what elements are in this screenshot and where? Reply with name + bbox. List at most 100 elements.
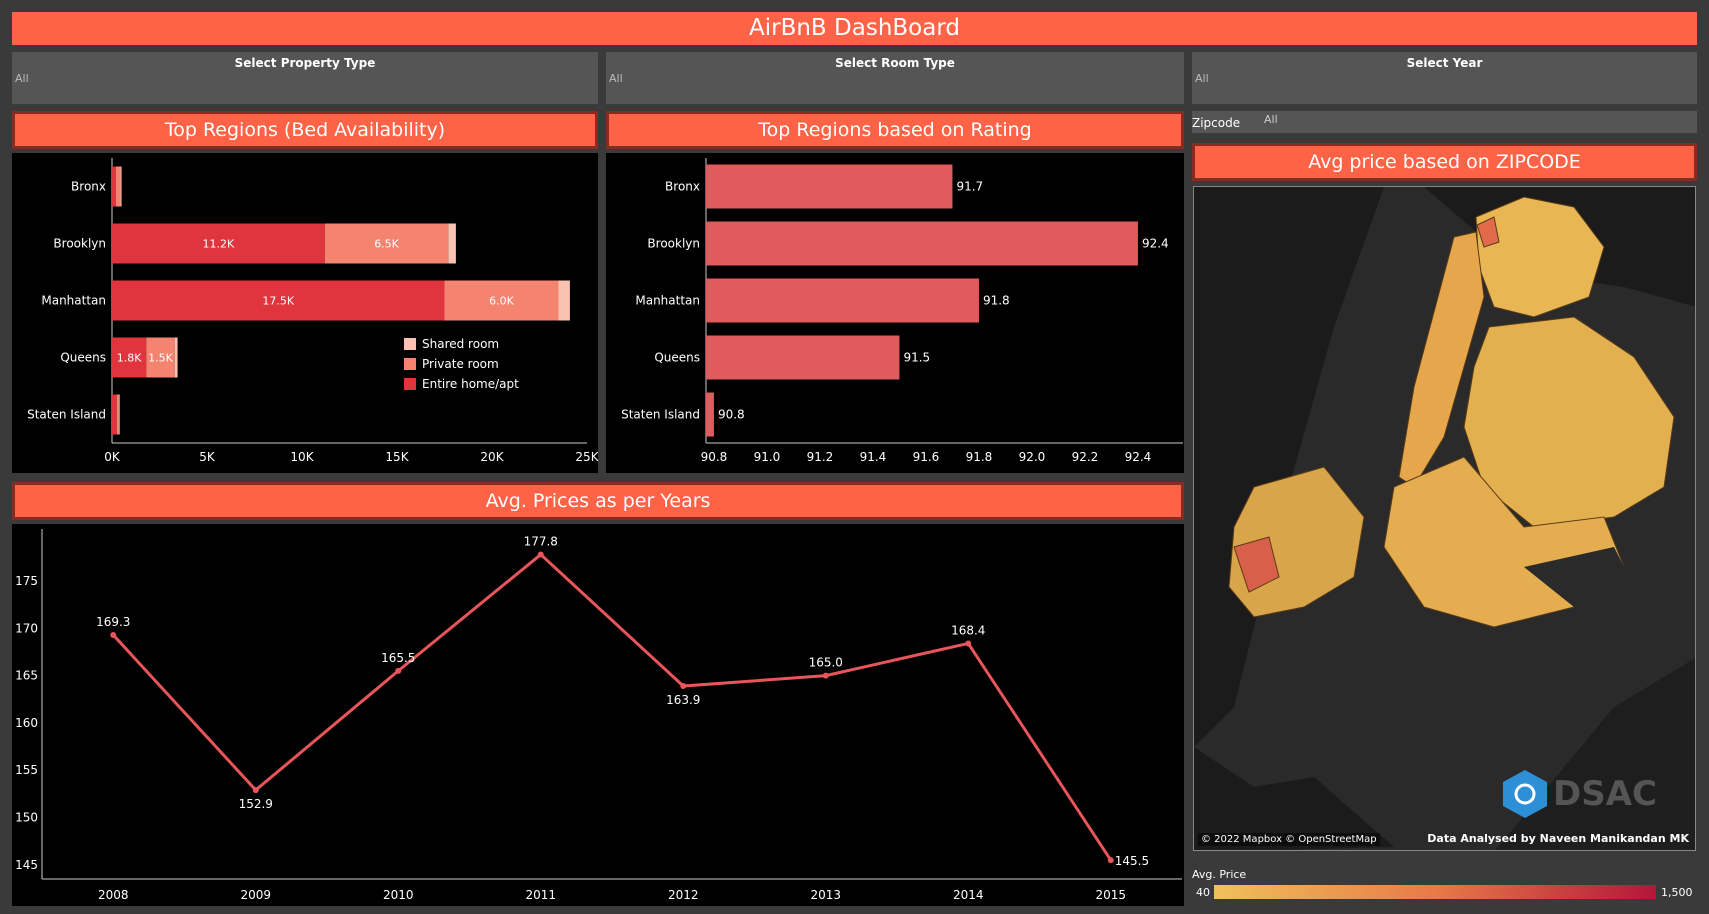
- beds-legend-label: Private room: [422, 357, 499, 371]
- years-x-tick-label: 2014: [953, 888, 984, 902]
- years-chart: 145 150 155 160 165 170 175 2008 2009 2010 2011 201…: [12, 524, 1184, 906]
- beds-legend-label: Entire home/apt: [422, 377, 519, 391]
- beds-data-label: 6.0K: [489, 295, 514, 308]
- years-y-tick-label: 145: [15, 858, 38, 872]
- beds-bar-segment: [448, 223, 456, 264]
- rating-x-tick-label: 92.4: [1125, 450, 1152, 464]
- beds-category-label: Brooklyn: [53, 237, 106, 251]
- year-filter-value[interactable]: All: [1195, 72, 1697, 85]
- map-legend-max: 1,500: [1661, 886, 1693, 899]
- rating-data-label: 91.7: [956, 180, 983, 194]
- rating-data-label: 90.8: [718, 408, 745, 422]
- zipcode-map[interactable]: © 2022 Mapbox © OpenStreetMap Data Analy…: [1193, 186, 1696, 851]
- rating-chart-svg: Bronx 91.7 Brooklyn 92.4 Manhattan 91.8 Queens…: [621, 158, 1183, 464]
- rating-x-tick-label: 91.2: [807, 450, 834, 464]
- years-series-line: [112, 552, 1113, 861]
- rating-x-tick-label: 92.2: [1072, 450, 1099, 464]
- property-type-filter[interactable]: Select Property Type All: [12, 52, 598, 104]
- rating-bar: [706, 221, 1138, 266]
- years-point: [110, 631, 117, 638]
- years-data-label: 165.5: [381, 651, 415, 665]
- rating-bar: [706, 392, 714, 437]
- year-filter-label: Select Year: [1406, 56, 1483, 70]
- years-x-tick-label: 2013: [810, 888, 841, 902]
- beds-legend-swatch: [404, 338, 416, 350]
- year-filter[interactable]: Select Year All: [1192, 52, 1697, 104]
- beds-legend-swatch: [404, 378, 416, 390]
- room-type-filter[interactable]: Select Room Type All: [606, 52, 1184, 104]
- rating-data-label: 91.8: [983, 294, 1010, 308]
- dsac-logo: DSAC: [1501, 768, 1657, 820]
- beds-x-tick-label: 10K: [290, 450, 314, 464]
- years-x-tick-label: 2010: [383, 888, 414, 902]
- room-type-filter-value[interactable]: All: [609, 72, 1184, 85]
- rating-x-tick-label: 90.8: [701, 450, 728, 464]
- years-data-label: 145.5: [1115, 854, 1149, 868]
- beds-x-tick-label: 5K: [199, 450, 216, 464]
- years-x-tick-label: 2012: [668, 888, 699, 902]
- years-point: [395, 667, 402, 674]
- years-data-label: 168.4: [951, 623, 985, 637]
- dsac-logo-text: DSAC: [1553, 774, 1657, 814]
- beds-x-tick-label: 0K: [104, 450, 121, 464]
- beds-bar-segment: [116, 394, 119, 435]
- beds-bar-segment: [112, 394, 117, 435]
- years-panel-title: Avg. Prices as per Years: [15, 485, 1181, 517]
- map-credit: Data Analysed by Naveen Manikandan MK: [1427, 832, 1689, 845]
- rating-category-label: Staten Island: [621, 408, 700, 422]
- property-type-filter-label: Select Property Type: [234, 56, 376, 70]
- map-panel-title: Avg price based on ZIPCODE: [1195, 146, 1694, 178]
- beds-bar-segment: [118, 394, 120, 435]
- beds-bar-segment: [174, 337, 178, 378]
- rating-x-tick-label: 92.0: [1019, 450, 1046, 464]
- beds-bar-segment: [112, 166, 116, 207]
- beds-category-label: Bronx: [71, 180, 106, 194]
- years-data-label: 163.9: [666, 693, 700, 707]
- rating-category-label: Brooklyn: [647, 237, 700, 251]
- years-data-label: 165.0: [809, 656, 843, 670]
- beds-panel-header: Top Regions (Bed Availability): [12, 111, 598, 149]
- map-legend-min: 40: [1196, 886, 1210, 899]
- rating-x-tick-label: 91.8: [966, 450, 993, 464]
- beds-chart: Bronx Brooklyn 11.2K 6.5K Manhattan 17.5K 6.0K…: [12, 153, 600, 473]
- beds-bar-segment: [558, 280, 570, 321]
- beds-category-label: Staten Island: [27, 408, 106, 422]
- zipcode-filter-label: Zipcode: [1192, 116, 1241, 130]
- rating-x-tick-label: 91.6: [913, 450, 940, 464]
- rating-panel-header: Top Regions based on Rating: [606, 111, 1184, 149]
- beds-bar-segment: [115, 166, 121, 207]
- years-y-tick-label: 155: [15, 763, 38, 777]
- map-legend-gradient: [1214, 885, 1656, 899]
- rating-x-tick-label: 91.4: [860, 450, 887, 464]
- rating-bar: [706, 164, 953, 209]
- years-y-tick-label: 165: [15, 669, 38, 683]
- map-panel-header: Avg price based on ZIPCODE: [1192, 143, 1697, 181]
- years-y-tick-label: 175: [15, 574, 38, 588]
- beds-legend-swatch: [404, 358, 416, 370]
- beds-panel-title: Top Regions (Bed Availability): [15, 114, 595, 146]
- rating-category-label: Queens: [654, 351, 700, 365]
- zipcode-filter[interactable]: All: [1192, 111, 1697, 133]
- years-y-tick-label: 170: [15, 621, 38, 635]
- property-type-filter-value[interactable]: All: [15, 72, 598, 85]
- years-x-tick-label: 2015: [1095, 888, 1126, 902]
- zipcode-filter-value[interactable]: All: [1264, 113, 1278, 126]
- rating-bar: [706, 278, 979, 323]
- beds-bar-segment: [120, 166, 122, 207]
- rating-panel-title: Top Regions based on Rating: [609, 114, 1181, 146]
- years-x-tick-label: 2009: [240, 888, 271, 902]
- years-data-label: 169.3: [96, 615, 130, 629]
- years-point: [680, 683, 687, 690]
- beds-data-label: 1.5K: [148, 352, 173, 365]
- rating-x-tick-label: 91.0: [754, 450, 781, 464]
- rating-chart: Bronx 91.7 Brooklyn 92.4 Manhattan 91.8 Queens…: [606, 153, 1184, 473]
- beds-x-tick-label: 20K: [480, 450, 504, 464]
- beds-data-label: 1.8K: [117, 352, 142, 365]
- beds-category-label: Manhattan: [41, 294, 106, 308]
- years-point: [537, 551, 544, 558]
- beds-chart-svg: Bronx Brooklyn 11.2K 6.5K Manhattan 17.5K 6.0K…: [27, 158, 600, 464]
- map-attribution[interactable]: © 2022 Mapbox © OpenStreetMap: [1198, 833, 1380, 846]
- years-y-tick-label: 150: [15, 811, 38, 825]
- years-point: [965, 640, 972, 647]
- years-point: [252, 787, 259, 794]
